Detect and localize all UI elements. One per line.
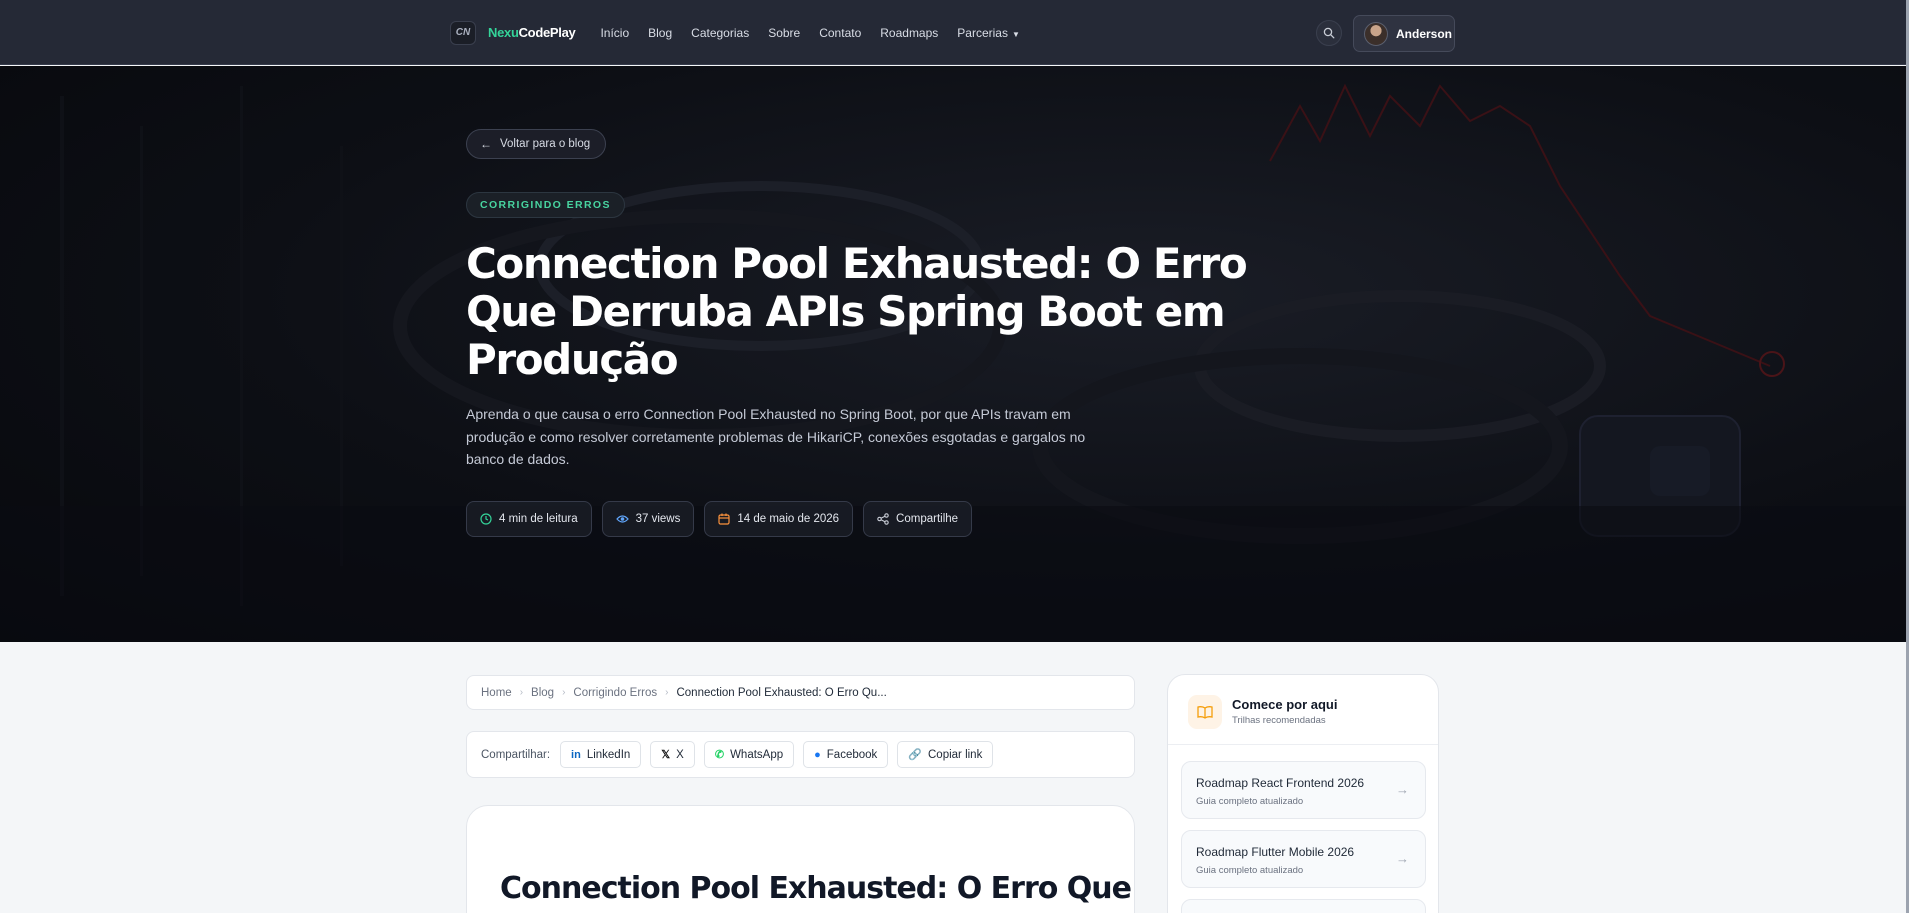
calendar-icon bbox=[718, 513, 730, 525]
nav-link-categorias[interactable]: Categorias bbox=[691, 26, 749, 40]
nav-link-sobre[interactable]: Sobre bbox=[768, 26, 800, 40]
chevron-right-icon: › bbox=[519, 687, 524, 698]
navbar-content: CN NexuCodePlay Início Blog Categorias S… bbox=[450, 0, 1039, 65]
sidebar-header: Comece por aqui Trilhas recomendadas bbox=[1168, 675, 1438, 745]
read-time-chip: 4 min de leitura bbox=[466, 501, 592, 537]
logo-icon[interactable]: CN bbox=[450, 20, 476, 45]
back-to-blog-button[interactable]: ← Voltar para o blog bbox=[466, 129, 607, 159]
arrow-right-icon: → bbox=[1396, 851, 1409, 866]
whatsapp-icon: ✆ bbox=[714, 749, 725, 761]
article-title: Connection Pool Exhausted: O Erro Que De… bbox=[466, 239, 1248, 384]
logo-text-part2: CodePlay bbox=[518, 25, 576, 40]
x-twitter-icon: 𝕏 bbox=[661, 749, 671, 761]
date-text: 14 de maio de 2026 bbox=[737, 513, 840, 525]
copy-link-label: Copiar link bbox=[928, 748, 983, 761]
article-description: Aprenda o que causa o erro Connection Po… bbox=[466, 406, 1086, 467]
share-chip[interactable]: Compartilhe bbox=[863, 501, 973, 537]
share-x-button[interactable]: 𝕏 X bbox=[650, 741, 695, 768]
sidebar-title: Comece por aqui bbox=[1232, 697, 1338, 712]
sidebar-start-here: Comece por aqui Trilhas recomendadas Roa… bbox=[1167, 674, 1439, 913]
read-time-text: 4 min de leitura bbox=[499, 513, 578, 525]
eye-icon bbox=[615, 515, 629, 523]
views-text: 37 views bbox=[635, 513, 681, 525]
share-facebook-button[interactable]: ● Facebook bbox=[803, 741, 889, 768]
top-navbar: CN NexuCodePlay Início Blog Categorias S… bbox=[0, 0, 1909, 65]
article-content-card: Connection Pool Exhausted: O Erro Que bbox=[466, 805, 1135, 913]
nav-link-parcerias-label: Parcerias bbox=[957, 25, 1008, 40]
search-button[interactable] bbox=[1316, 20, 1342, 46]
views-chip: 37 views bbox=[601, 501, 695, 537]
facebook-icon: ● bbox=[814, 748, 821, 761]
user-name: Anderson bbox=[1396, 26, 1453, 41]
article-body-title: Connection Pool Exhausted: O Erro Que bbox=[500, 871, 1132, 906]
arrow-right-icon: → bbox=[1396, 782, 1409, 797]
sidebar-item-subtitle: Guia completo atualizado bbox=[1196, 796, 1304, 807]
share-label: Compartilhar: bbox=[481, 748, 551, 761]
linkedin-icon: in bbox=[571, 748, 581, 761]
back-to-blog-label: Voltar para o blog bbox=[500, 138, 591, 150]
sidebar-item-subtitle: Guia completo atualizado bbox=[1196, 865, 1304, 876]
article-meta: 4 min de leitura 37 views 14 de maio de … bbox=[466, 501, 982, 537]
breadcrumb-blog[interactable]: Blog bbox=[531, 687, 554, 699]
share-bar: Compartilhar: in LinkedIn 𝕏 X ✆ WhatsApp… bbox=[466, 731, 1135, 778]
copy-link-button[interactable]: 🔗 Copiar link bbox=[897, 741, 994, 768]
share-linkedin-label: LinkedIn bbox=[586, 748, 631, 761]
share-x-label: X bbox=[676, 748, 684, 761]
avatar bbox=[1364, 21, 1388, 46]
logo-text[interactable]: NexuCodePlay bbox=[488, 25, 576, 40]
date-chip: 14 de maio de 2026 bbox=[704, 501, 854, 537]
sidebar-item-title: Roadmap React Frontend 2026 bbox=[1196, 776, 1365, 790]
chevron-right-icon: › bbox=[562, 687, 566, 698]
nav-link-blog[interactable]: Blog bbox=[648, 26, 672, 40]
sidebar-item-roadmap-react[interactable]: Roadmap React Frontend 2026 Guia complet… bbox=[1181, 761, 1426, 819]
link-icon: 🔗 bbox=[908, 749, 922, 761]
search-icon bbox=[1323, 27, 1335, 39]
breadcrumb-home[interactable]: Home bbox=[481, 687, 512, 699]
book-open-icon bbox=[1188, 695, 1222, 729]
nav-link-inicio[interactable]: Início bbox=[600, 26, 629, 40]
sidebar-item-title: Roadmap Flutter Mobile 2026 bbox=[1196, 845, 1355, 859]
hero-section: ← Voltar para o blog CORRIGINDO ERROS Co… bbox=[0, 66, 1909, 642]
share-facebook-label: Facebook bbox=[826, 748, 878, 761]
nav-link-parcerias[interactable]: Parcerias ▼ bbox=[957, 26, 1020, 40]
sidebar-subtitle: Trilhas recomendadas bbox=[1232, 715, 1326, 726]
share-icon bbox=[877, 513, 889, 525]
share-whatsapp-button[interactable]: ✆ WhatsApp bbox=[703, 741, 795, 768]
caret-down-icon: ▼ bbox=[1011, 29, 1020, 39]
sidebar-item-roadmap-flutter[interactable]: Roadmap Flutter Mobile 2026 Guia complet… bbox=[1181, 830, 1426, 888]
share-whatsapp-label: WhatsApp bbox=[730, 748, 784, 761]
breadcrumb-category[interactable]: Corrigindo Erros bbox=[573, 687, 657, 699]
share-linkedin-button[interactable]: in LinkedIn bbox=[560, 741, 642, 768]
nav-link-contato[interactable]: Contato bbox=[819, 26, 861, 40]
breadcrumb-current: Connection Pool Exhausted: O Erro Qu... bbox=[676, 686, 887, 699]
clock-icon bbox=[480, 513, 492, 525]
arrow-left-icon: ← bbox=[480, 137, 492, 151]
user-menu-button[interactable]: Anderson bbox=[1353, 15, 1455, 52]
category-badge[interactable]: CORRIGINDO ERROS bbox=[466, 192, 625, 218]
share-text: Compartilhe bbox=[896, 513, 959, 525]
chevron-right-icon: › bbox=[665, 687, 669, 698]
logo-text-part1: Nexu bbox=[488, 25, 519, 40]
nav-link-roadmaps[interactable]: Roadmaps bbox=[880, 26, 938, 40]
sidebar-item-partial[interactable] bbox=[1181, 899, 1426, 913]
breadcrumb: Home › Blog › Corrigindo Erros › Connect… bbox=[466, 675, 1135, 710]
